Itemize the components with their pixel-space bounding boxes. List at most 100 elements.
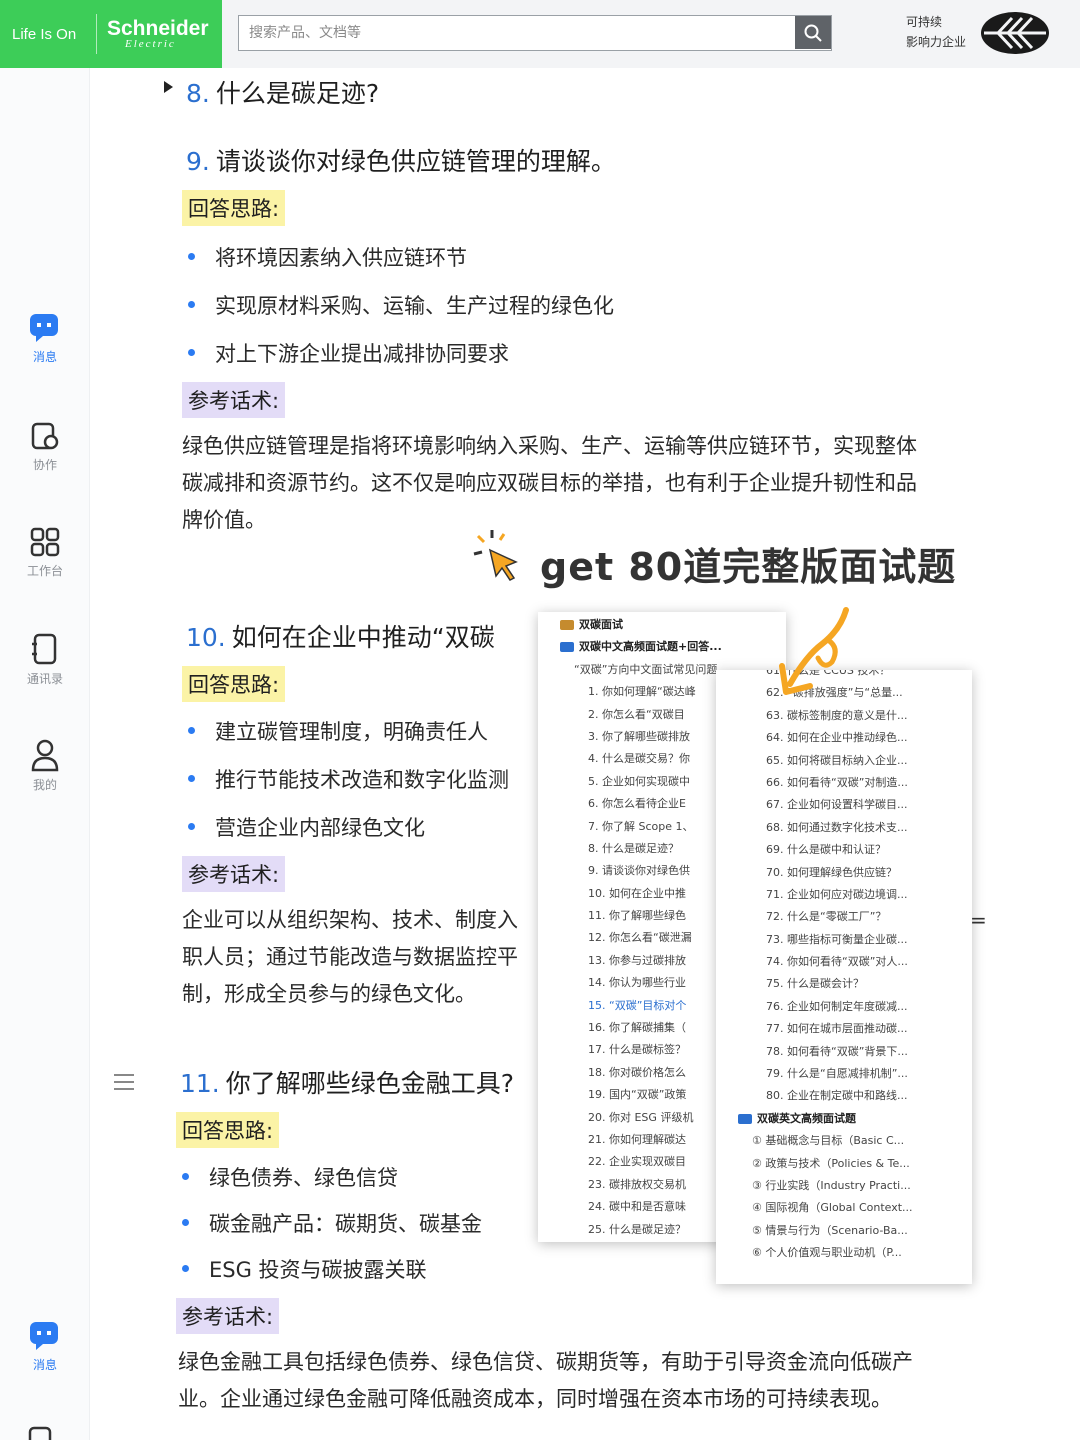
doc-item[interactable]: 78. 如何看待“双碳”背景下... xyxy=(766,1041,972,1063)
reference-script-tag: 参考话术: xyxy=(182,856,286,892)
doc-item[interactable]: ⑥ 个人价值观与职业动机（P... xyxy=(752,1242,972,1264)
impact-line2: 影响力企业 xyxy=(906,35,967,49)
question-number: 9. xyxy=(186,147,210,176)
collab-icon xyxy=(31,422,59,450)
book-icon xyxy=(560,642,574,653)
rail-label: 消息 xyxy=(32,1358,57,1372)
chat-icon xyxy=(30,1322,58,1350)
search-bar xyxy=(238,15,832,51)
doc-item[interactable]: ① 基础概念与目标（Basic C... xyxy=(752,1130,972,1152)
answer-approach-tag: 回答思路: xyxy=(182,190,286,226)
doc-item[interactable]: 69. 什么是碳中和认证？ xyxy=(766,839,972,861)
question-text: 如何在企业中推动“双碳 xyxy=(231,623,495,652)
doc-item[interactable]: ④ 国际视角（Global Context... xyxy=(752,1197,972,1219)
doc-item[interactable]: 65. 如何将碳目标纳入企业... xyxy=(766,750,972,772)
reference-paragraph: 绿色供应链管理是指将环境影响纳入采购、生产、运输等供应链环节，实现整体 碳减排和… xyxy=(182,434,917,532)
doc-item[interactable]: 74. 你如何看待“双碳”对人... xyxy=(766,951,972,973)
search-button[interactable] xyxy=(795,16,831,49)
book-icon xyxy=(738,1113,752,1124)
reference-paragraph: 企业可以从组织架构、技术、制度入 职人员；通过节能改造与数据监控平 制，形成全员… xyxy=(182,908,518,1006)
rail-item-me[interactable]: 我的 xyxy=(0,738,90,793)
doc-item[interactable]: ③ 行业实践（Industry Practi... xyxy=(752,1175,972,1197)
rail-item-messages[interactable]: 消息 xyxy=(0,312,90,365)
doc-outline-panel-2[interactable]: 61. 什么是 CCUS 技术？ 62. “碳排放强度”与“总量... 63. … xyxy=(716,670,972,1284)
question-8[interactable]: 8. 什么是碳足迹? xyxy=(186,74,379,110)
user-icon xyxy=(31,739,59,772)
rail-item-contacts[interactable]: 通讯录 xyxy=(0,632,90,687)
chat-icon xyxy=(30,314,58,342)
answer-approach-tag: 回答思路: xyxy=(182,666,286,702)
life-is-on-logo: Life Is On xyxy=(12,25,77,43)
bullet-item: 建立碳管理制度，明确责任人 xyxy=(188,716,488,746)
doc-title: 双碳面试 xyxy=(560,614,786,636)
bullet-item: 碳金融产品：碳期货、碳基金 xyxy=(182,1208,482,1238)
doc-section[interactable]: 双碳英文高频面试题 xyxy=(738,1108,972,1130)
rail-item-collab[interactable]: 协作 xyxy=(0,420,90,473)
search-icon xyxy=(804,24,822,42)
doc-item[interactable]: 67. 企业如何设置科学碳目... xyxy=(766,794,972,816)
brand-sub: Electric xyxy=(125,38,176,50)
bullet-item: 将环境因素纳入供应链环节 xyxy=(188,242,467,272)
side-mark: = xyxy=(970,908,987,932)
outline-menu-icon[interactable] xyxy=(114,1074,134,1095)
brand-name: Schneider xyxy=(107,17,209,40)
rail-item-messages-2[interactable]: 消息 xyxy=(0,1320,90,1373)
sustainability-badge: 可持续 影响力企业 xyxy=(906,12,966,52)
bullet-item: 对上下游企业提出减排协同要求 xyxy=(188,338,509,368)
bullet-item: 绿色债券、绿色信贷 xyxy=(182,1162,398,1192)
doc-item[interactable]: 73. 哪些指标可衡量企业碳... xyxy=(766,929,972,951)
reference-script-tag: 参考话术: xyxy=(176,1298,280,1334)
bullet-item: ESG 投资与碳披露关联 xyxy=(182,1254,427,1284)
answer-approach-tag: 回答思路: xyxy=(176,1112,280,1148)
doc-item[interactable]: 72. 什么是“零碳工厂”？ xyxy=(766,906,972,928)
brand-logo-block[interactable]: Life Is On Schneider Electric xyxy=(0,0,222,68)
impact-line1: 可持续 xyxy=(906,15,943,29)
doc-item[interactable]: 80. 企业在制定碳中和路线... xyxy=(766,1085,972,1107)
bullet-item: 推行节能技术改造和数字化监测 xyxy=(188,764,509,794)
reference-script-tag: 参考话术: xyxy=(182,382,286,418)
doc-item[interactable]: 70. 如何理解绿色供应链？ xyxy=(766,862,972,884)
doc-section[interactable]: 双碳中文高频面试题+回答... xyxy=(560,636,786,658)
leaf-icon xyxy=(981,12,1049,54)
search-input[interactable] xyxy=(239,16,795,50)
contacts-icon xyxy=(32,633,57,665)
collab-icon xyxy=(28,1426,52,1440)
doc-item[interactable]: 66. 如何看待“双碳”对制造... xyxy=(766,772,972,794)
promo-banner: get 80道完整版面试题 xyxy=(540,545,957,589)
grid-icon xyxy=(30,527,60,557)
top-header: Life Is On Schneider Electric 可持续 影响力企业 xyxy=(0,0,1080,68)
question-number: 10. xyxy=(186,623,226,652)
doc2-list: 61. 什么是 CCUS 技术？ 62. “碳排放强度”与“总量... 63. … xyxy=(716,670,972,1108)
question-text: 什么是碳足迹? xyxy=(215,79,380,108)
doc-item[interactable]: 68. 如何通过数字化技术支... xyxy=(766,817,972,839)
doc-item[interactable]: 79. 什么是“自愿减排机制”... xyxy=(766,1063,972,1085)
bullet-item: 营造企业内部绿色文化 xyxy=(188,812,425,842)
doc-item[interactable]: 71. 企业如何应对碳边境调... xyxy=(766,884,972,906)
question-11: 11. 你了解哪些绿色金融工具? xyxy=(180,1064,514,1100)
reference-paragraph: 绿色金融工具包括绿色债券、绿色信贷、碳期货等，有助于引导资金流向低碳产 业。企业… xyxy=(178,1350,913,1411)
question-number: 8. xyxy=(186,79,210,108)
schneider-logo: Schneider Electric xyxy=(97,18,209,50)
doc-item[interactable]: 64. 如何在企业中推动绿色... xyxy=(766,727,972,749)
left-nav-rail: 消息 协作 工作台 通讯录 我的 消息 xyxy=(0,68,90,1440)
rail-label: 通讯录 xyxy=(26,672,63,686)
question-text: 请谈谈你对绿色供应链管理的理解。 xyxy=(215,147,616,176)
bullet-item: 实现原材料采购、运输、生产过程的绿色化 xyxy=(188,290,614,320)
doc-item[interactable]: ⑤ 情景与行为（Scenario-Ba... xyxy=(752,1220,972,1242)
question-9: 9. 请谈谈你对绿色供应链管理的理解。 xyxy=(186,142,616,178)
expand-caret-icon[interactable] xyxy=(164,81,173,93)
doc-item[interactable]: ② 政策与技术（Policies & Te... xyxy=(752,1153,972,1175)
question-10: 10. 如何在企业中推动“双碳 xyxy=(186,618,495,654)
rail-item-workbench[interactable]: 工作台 xyxy=(0,526,90,579)
hand-drawn-arrow-icon xyxy=(779,607,849,695)
doc-item[interactable]: 75. 什么是碳会计？ xyxy=(766,973,972,995)
question-text: 你了解哪些绿色金融工具? xyxy=(225,1069,515,1098)
rail-label: 消息 xyxy=(32,350,57,364)
doc-item[interactable]: 77. 如何在城市层面推动碳... xyxy=(766,1018,972,1040)
rail-label: 工作台 xyxy=(26,564,63,578)
rail-label: 我的 xyxy=(32,778,57,792)
question-number: 11. xyxy=(180,1069,220,1098)
folder-icon xyxy=(560,620,574,630)
doc-item[interactable]: 76. 企业如何制定年度碳减... xyxy=(766,996,972,1018)
cursor-click-icon xyxy=(473,530,518,581)
